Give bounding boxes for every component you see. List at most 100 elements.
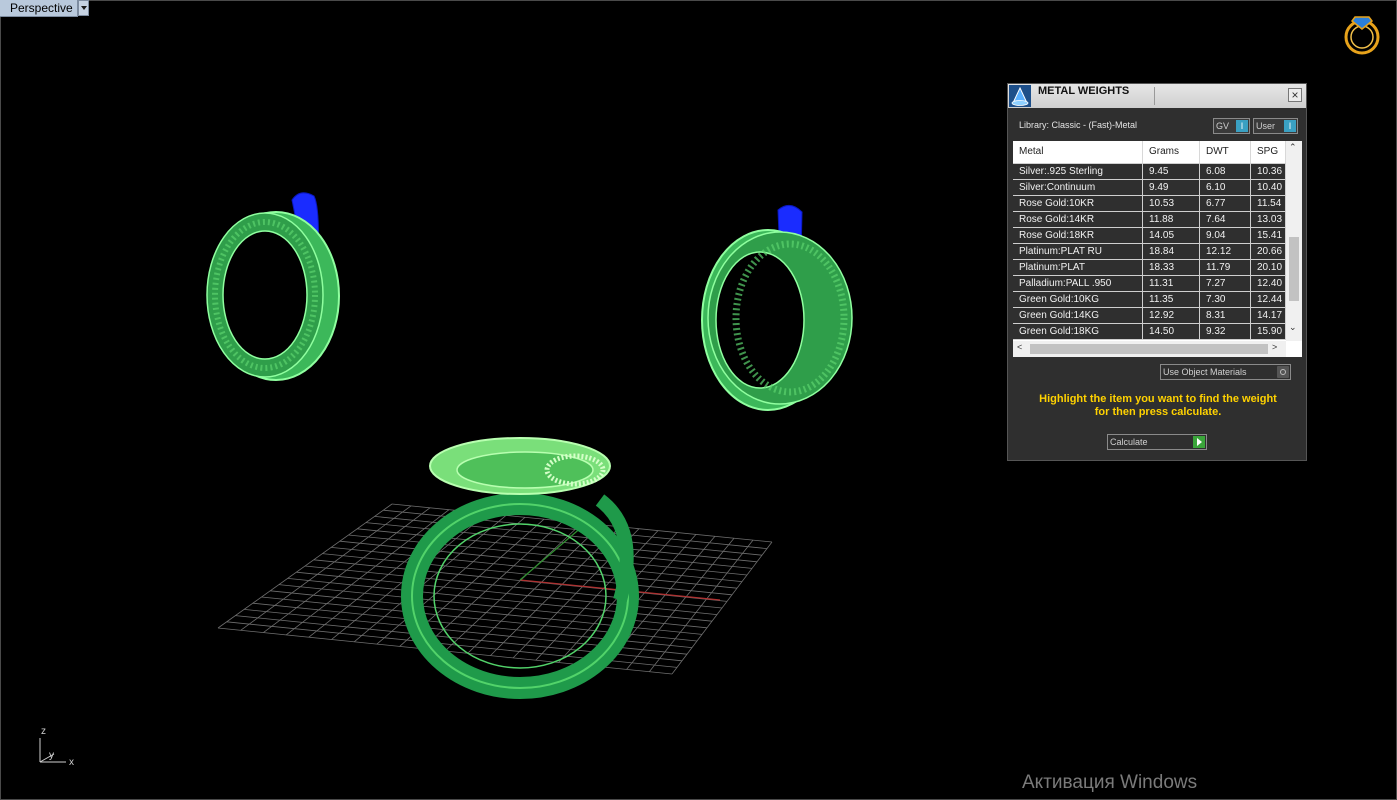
calculate-label: Calculate — [1110, 437, 1148, 447]
cell-spg: 20.10 — [1251, 260, 1286, 275]
cell-metal: Green Gold:10KG — [1013, 292, 1143, 307]
cell-grams: 12.92 — [1143, 308, 1200, 323]
cell-grams: 11.88 — [1143, 212, 1200, 227]
horizontal-scroll-thumb[interactable] — [1030, 344, 1268, 354]
cell-dwt: 7.64 — [1200, 212, 1251, 227]
instruction-text: Highlight the item you want to find the … — [1018, 393, 1298, 419]
right-earring-model — [701, 205, 853, 411]
table-row[interactable]: Rose Gold:18KR 14.05 9.04 15.41 — [1013, 228, 1286, 244]
cell-metal: Green Gold:18KG — [1013, 324, 1143, 339]
instruction-line-1: Highlight the item you want to find the … — [1039, 393, 1277, 405]
cell-dwt: 9.32 — [1200, 324, 1251, 339]
table-row[interactable]: Green Gold:18KG 14.50 9.32 15.90 — [1013, 324, 1286, 340]
cell-dwt: 7.27 — [1200, 276, 1251, 291]
cell-grams: 14.50 — [1143, 324, 1200, 339]
instruction-line-2: for then press calculate. — [1094, 406, 1222, 418]
left-earring-model — [206, 192, 340, 381]
column-header-dwt[interactable]: DWT — [1200, 141, 1251, 163]
cell-grams: 10.53 — [1143, 196, 1200, 211]
cell-metal: Rose Gold:18KR — [1013, 228, 1143, 243]
column-header-grams[interactable]: Grams — [1143, 141, 1200, 163]
cell-metal: Rose Gold:14KR — [1013, 212, 1143, 227]
cell-metal: Platinum:PLAT RU — [1013, 244, 1143, 259]
cell-grams: 18.84 — [1143, 244, 1200, 259]
cell-spg: 13.03 — [1251, 212, 1286, 227]
cell-spg: 12.44 — [1251, 292, 1286, 307]
table-row[interactable]: Rose Gold:14KR 11.88 7.64 13.03 — [1013, 212, 1286, 228]
viewport-title[interactable]: Perspective — [0, 0, 78, 17]
library-label: Library: Classic - (Fast)-Metal — [1019, 120, 1138, 130]
gv-toggle-icon: I — [1236, 120, 1248, 132]
vertical-scrollbar[interactable]: ⌃ ⌄ — [1286, 141, 1302, 341]
axis-y-label: y — [49, 750, 54, 761]
cell-spg: 10.36 — [1251, 164, 1286, 179]
cell-dwt: 12.12 — [1200, 244, 1251, 259]
use-object-materials-toggle[interactable]: Use Object Materials — [1160, 364, 1291, 380]
cell-dwt: 11.79 — [1200, 260, 1251, 275]
vertical-scroll-thumb[interactable] — [1289, 237, 1299, 301]
cell-metal: Silver:Continuum — [1013, 180, 1143, 195]
table-row[interactable]: Green Gold:14KG 12.92 8.31 14.17 — [1013, 308, 1286, 324]
table-row[interactable]: Green Gold:10KG 11.35 7.30 12.44 — [1013, 292, 1286, 308]
calculate-button[interactable]: Calculate — [1107, 434, 1207, 450]
scroll-right-icon[interactable]: > — [1272, 342, 1277, 352]
table-row[interactable]: Platinum:PLAT 18.33 11.79 20.10 — [1013, 260, 1286, 276]
radio-icon — [1277, 366, 1289, 378]
horizontal-scrollbar[interactable]: < > — [1013, 341, 1286, 357]
table-row[interactable]: Platinum:PLAT RU 18.84 12.12 20.66 — [1013, 244, 1286, 260]
cell-spg: 12.40 — [1251, 276, 1286, 291]
cell-grams: 9.49 — [1143, 180, 1200, 195]
panel-title: METAL WEIGHTS — [1038, 85, 1130, 97]
table-row[interactable]: Silver:.925 Sterling 9.45 6.08 10.36 — [1013, 164, 1286, 180]
scroll-up-icon[interactable]: ⌃ — [1289, 142, 1297, 153]
cell-dwt: 6.08 — [1200, 164, 1251, 179]
panel-titlebar[interactable]: METAL WEIGHTS × — [1008, 84, 1306, 108]
user-toggle-label: User — [1256, 121, 1276, 131]
column-header-metal[interactable]: Metal — [1013, 141, 1143, 163]
viewport-menu-arrow-icon[interactable] — [78, 0, 89, 16]
cell-grams: 18.33 — [1143, 260, 1200, 275]
cell-metal: Platinum:PLAT — [1013, 260, 1143, 275]
cell-metal: Palladium:PALL .950 — [1013, 276, 1143, 291]
close-button[interactable]: × — [1288, 88, 1302, 102]
axis-z-label: z — [41, 726, 46, 737]
windows-activation-watermark: Активация Windows — [1022, 772, 1198, 793]
scroll-down-icon[interactable]: ⌄ — [1289, 322, 1297, 333]
gv-toggle-label: GV — [1216, 121, 1230, 131]
cell-grams: 9.45 — [1143, 164, 1200, 179]
construction-grid — [217, 503, 773, 675]
use-object-materials-label: Use Object Materials — [1163, 367, 1247, 377]
table-row[interactable]: Palladium:PALL .950 11.31 7.27 12.40 — [1013, 276, 1286, 292]
table-header: Metal Grams DWT SPG — [1013, 141, 1286, 164]
column-header-spg[interactable]: SPG — [1251, 141, 1286, 163]
cell-metal: Rose Gold:10KR — [1013, 196, 1143, 211]
cell-metal: Silver:.925 Sterling — [1013, 164, 1143, 179]
table-row[interactable]: Silver:Continuum 9.49 6.10 10.40 — [1013, 180, 1286, 196]
cell-spg: 20.66 — [1251, 244, 1286, 259]
ring-logo-icon — [1344, 16, 1380, 55]
cell-grams: 14.05 — [1143, 228, 1200, 243]
cell-dwt: 7.30 — [1200, 292, 1251, 307]
cell-dwt: 6.10 — [1200, 180, 1251, 195]
cell-dwt: 9.04 — [1200, 228, 1251, 243]
cell-spg: 15.41 — [1251, 228, 1286, 243]
play-icon — [1193, 436, 1205, 448]
cell-dwt: 6.77 — [1200, 196, 1251, 211]
metal-weights-icon — [1009, 85, 1031, 107]
cell-metal: Green Gold:14KG — [1013, 308, 1143, 323]
cell-grams: 11.31 — [1143, 276, 1200, 291]
cell-spg: 15.90 — [1251, 324, 1286, 339]
gv-toggle[interactable]: GV I — [1213, 118, 1250, 134]
user-toggle[interactable]: User I — [1253, 118, 1298, 134]
title-divider — [1154, 87, 1155, 105]
axis-x-label: x — [69, 757, 74, 768]
cell-spg: 14.17 — [1251, 308, 1286, 323]
grid-line — [626, 537, 735, 670]
user-toggle-icon: I — [1284, 120, 1296, 132]
metal-table[interactable]: Metal Grams DWT SPG Silver:.925 Sterling… — [1013, 141, 1302, 357]
cell-spg: 11.54 — [1251, 196, 1286, 211]
table-row[interactable]: Rose Gold:10KR 10.53 6.77 11.54 — [1013, 196, 1286, 212]
scroll-left-icon[interactable]: < — [1017, 342, 1022, 352]
metal-weights-panel: METAL WEIGHTS × Library: Classic - (Fast… — [1007, 83, 1307, 461]
cell-grams: 11.35 — [1143, 292, 1200, 307]
